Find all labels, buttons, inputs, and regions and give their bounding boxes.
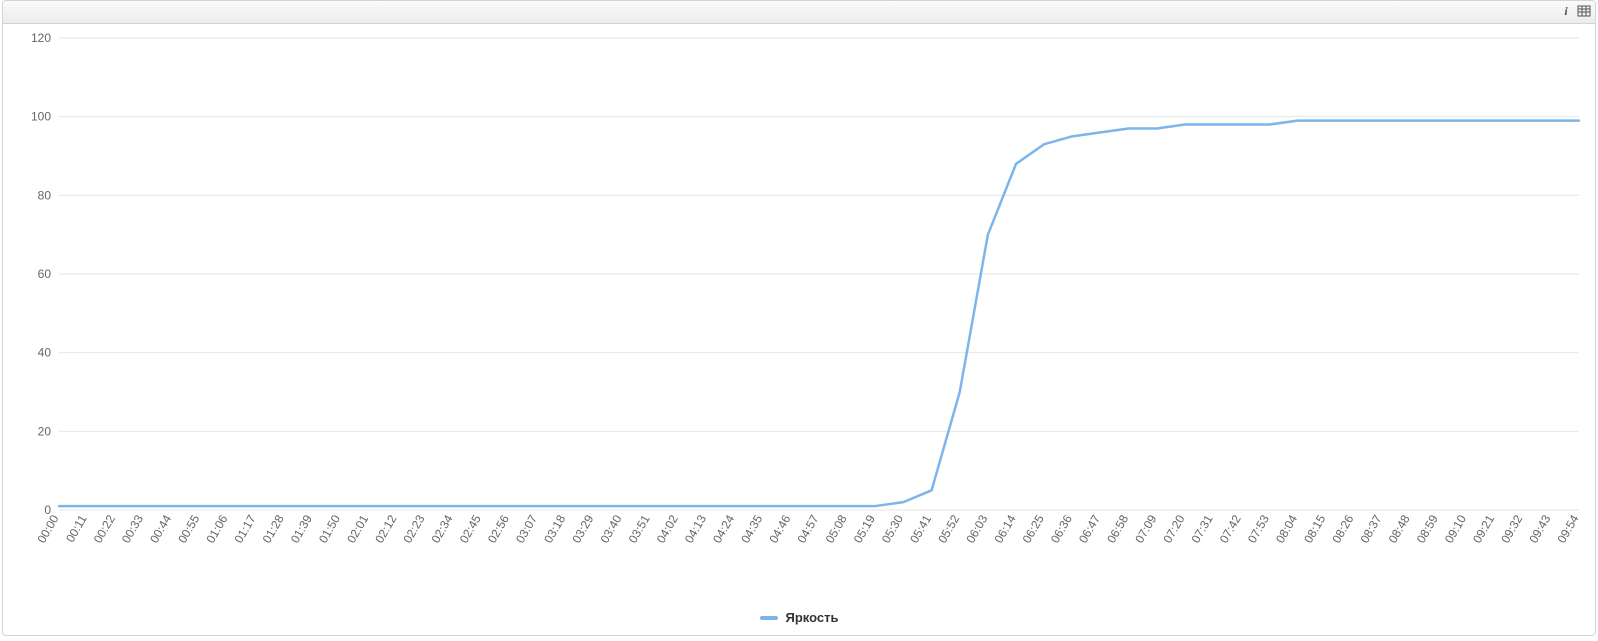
- legend-swatch: [760, 616, 778, 620]
- svg-text:80: 80: [38, 188, 52, 202]
- panel-header: i: [3, 1, 1595, 24]
- svg-text:02:56: 02:56: [485, 512, 512, 545]
- svg-text:03:51: 03:51: [626, 512, 653, 545]
- svg-text:04:46: 04:46: [766, 512, 793, 545]
- svg-text:05:08: 05:08: [823, 512, 850, 545]
- svg-text:05:52: 05:52: [935, 512, 962, 545]
- svg-text:60: 60: [38, 267, 52, 281]
- line-chart: 02040608010012000:0000:1100:2200:3300:44…: [11, 30, 1589, 590]
- svg-text:04:02: 04:02: [654, 512, 681, 545]
- svg-text:02:12: 02:12: [372, 512, 399, 545]
- svg-text:02:23: 02:23: [400, 512, 427, 545]
- svg-text:00:22: 00:22: [91, 512, 118, 545]
- svg-text:06:36: 06:36: [1048, 512, 1075, 545]
- svg-text:06:47: 06:47: [1076, 512, 1103, 545]
- svg-text:05:41: 05:41: [907, 512, 934, 545]
- chart-area: 02040608010012000:0000:1100:2200:3300:44…: [3, 24, 1595, 606]
- svg-text:120: 120: [31, 31, 51, 45]
- svg-text:05:19: 05:19: [851, 512, 878, 545]
- svg-text:07:53: 07:53: [1245, 512, 1272, 545]
- svg-text:08:26: 08:26: [1329, 512, 1356, 545]
- svg-text:04:24: 04:24: [710, 512, 737, 545]
- svg-text:07:20: 07:20: [1160, 512, 1187, 545]
- svg-text:08:59: 08:59: [1414, 512, 1441, 545]
- svg-text:03:18: 03:18: [541, 512, 568, 545]
- svg-text:08:04: 08:04: [1273, 512, 1300, 545]
- svg-text:03:29: 03:29: [569, 512, 596, 545]
- svg-text:04:57: 04:57: [794, 512, 821, 545]
- svg-text:00:44: 00:44: [147, 512, 174, 545]
- svg-text:05:30: 05:30: [879, 512, 906, 545]
- svg-text:00:00: 00:00: [34, 512, 61, 545]
- svg-text:04:35: 04:35: [738, 512, 765, 545]
- svg-text:06:14: 06:14: [991, 512, 1018, 545]
- svg-text:08:15: 08:15: [1301, 512, 1328, 545]
- table-icon[interactable]: [1577, 4, 1591, 18]
- svg-text:09:43: 09:43: [1526, 512, 1553, 545]
- svg-text:06:25: 06:25: [1020, 512, 1047, 545]
- svg-text:20: 20: [38, 424, 52, 438]
- svg-text:09:21: 09:21: [1470, 512, 1497, 545]
- svg-text:08:48: 08:48: [1386, 512, 1413, 545]
- svg-text:01:17: 01:17: [231, 512, 258, 545]
- info-icon[interactable]: i: [1559, 4, 1573, 18]
- svg-text:01:28: 01:28: [260, 512, 287, 545]
- svg-text:03:07: 03:07: [513, 512, 540, 545]
- svg-text:09:54: 09:54: [1554, 512, 1581, 545]
- svg-text:06:03: 06:03: [963, 512, 990, 545]
- svg-text:100: 100: [31, 110, 51, 124]
- svg-text:04:13: 04:13: [682, 512, 709, 545]
- svg-text:40: 40: [38, 346, 52, 360]
- svg-text:07:09: 07:09: [1132, 512, 1159, 545]
- chart-legend[interactable]: Яркость: [3, 606, 1595, 635]
- svg-text:01:50: 01:50: [316, 512, 343, 545]
- svg-text:01:06: 01:06: [203, 512, 230, 545]
- svg-text:06:58: 06:58: [1104, 512, 1131, 545]
- svg-text:07:31: 07:31: [1189, 512, 1216, 545]
- legend-label: Яркость: [786, 610, 839, 625]
- svg-text:00:55: 00:55: [175, 512, 202, 545]
- svg-text:i: i: [1564, 4, 1568, 18]
- svg-text:08:37: 08:37: [1357, 512, 1384, 545]
- svg-text:01:39: 01:39: [288, 512, 315, 545]
- svg-text:09:32: 09:32: [1498, 512, 1525, 545]
- chart-panel: i 02040608010012000:0000:1100:2200:3300:…: [2, 0, 1596, 636]
- svg-text:09:10: 09:10: [1442, 512, 1469, 545]
- svg-text:03:40: 03:40: [597, 512, 624, 545]
- svg-text:02:45: 02:45: [457, 512, 484, 545]
- svg-text:07:42: 07:42: [1217, 512, 1244, 545]
- svg-text:00:11: 00:11: [63, 512, 90, 545]
- svg-text:02:34: 02:34: [429, 512, 456, 545]
- svg-text:00:33: 00:33: [119, 512, 146, 545]
- svg-text:02:01: 02:01: [344, 512, 371, 545]
